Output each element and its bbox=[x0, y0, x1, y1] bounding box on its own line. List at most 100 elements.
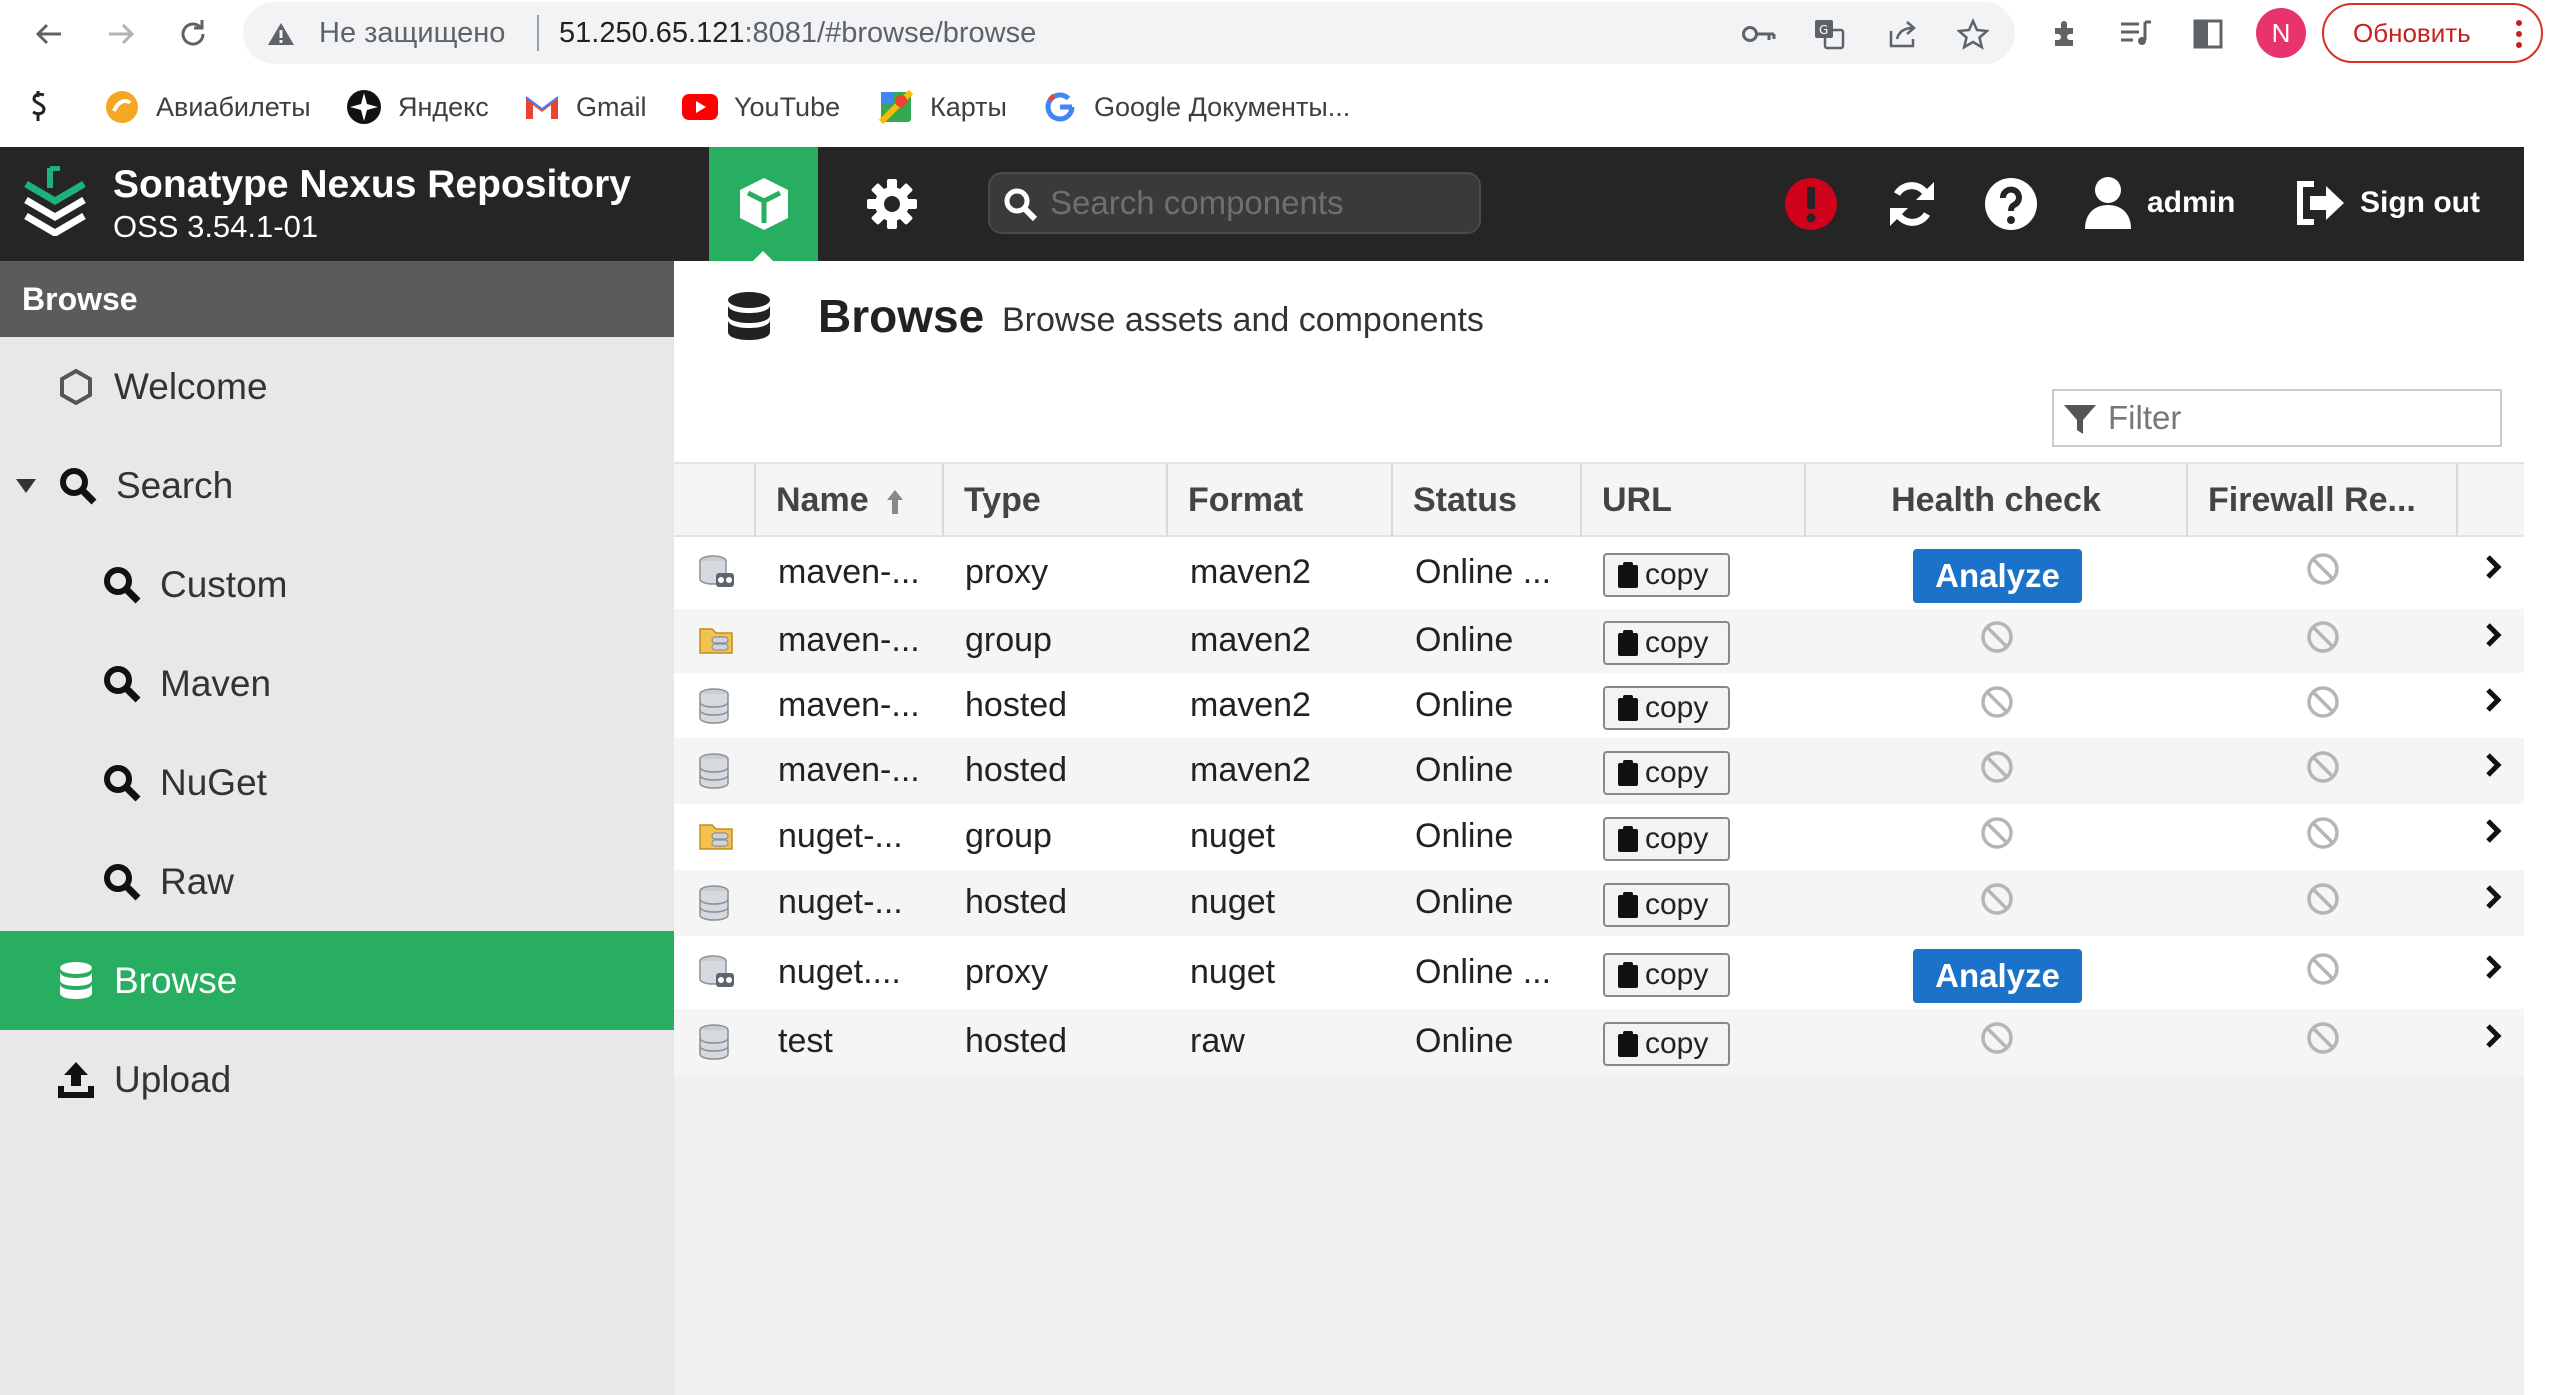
sidebar-item-upload[interactable]: Upload bbox=[0, 1030, 674, 1129]
reading-list-icon[interactable] bbox=[2114, 12, 2158, 56]
system-alert-button[interactable] bbox=[1782, 175, 1840, 233]
copy-label: copy bbox=[1645, 626, 1709, 659]
arrow-left-icon bbox=[35, 23, 61, 45]
forward-button[interactable] bbox=[99, 12, 143, 56]
sidebar-item-maven[interactable]: Maven bbox=[0, 634, 674, 733]
url-text[interactable]: 51.250.65.121:8081/#browse/browse bbox=[559, 17, 1036, 50]
hosted-repo-icon bbox=[698, 753, 730, 789]
update-button[interactable]: Обновить bbox=[2322, 3, 2543, 63]
chevron-right-icon[interactable] bbox=[2485, 687, 2503, 713]
share-icon[interactable] bbox=[1885, 16, 1921, 52]
warning-icon[interactable] bbox=[267, 21, 295, 47]
extensions-icon[interactable] bbox=[2043, 12, 2087, 56]
search-icon bbox=[102, 862, 142, 902]
column-header-status[interactable]: Status bbox=[1391, 464, 1580, 537]
table-row[interactable]: nuget-... group nuget Online copy bbox=[674, 804, 2524, 870]
filter-field[interactable] bbox=[2108, 391, 2488, 445]
admin-mode-button[interactable] bbox=[842, 147, 942, 261]
sidebar-item-raw[interactable]: Raw bbox=[0, 832, 674, 931]
table-row[interactable]: maven-... hosted maven2 Online copy bbox=[674, 738, 2524, 804]
copy-label: copy bbox=[1645, 822, 1709, 855]
copy-url-button[interactable]: copy bbox=[1603, 952, 1730, 997]
search-components-input[interactable] bbox=[988, 172, 1481, 234]
column-header-format[interactable]: Format bbox=[1166, 464, 1391, 537]
repo-status: Online bbox=[1415, 621, 1514, 659]
sidebar-item-welcome[interactable]: Welcome bbox=[0, 337, 674, 436]
copy-url-button[interactable]: copy bbox=[1603, 1022, 1730, 1066]
column-header-url[interactable]: URL bbox=[1580, 464, 1804, 537]
ban-icon bbox=[1980, 1021, 2014, 1055]
chevron-right-icon[interactable] bbox=[2485, 1023, 2503, 1049]
copy-url-button[interactable]: copy bbox=[1603, 817, 1730, 861]
table-row[interactable]: maven-... hosted maven2 Online copy bbox=[674, 673, 2524, 738]
bookmarks-bar: Авиабилеты Яндекс Gmail YouTube Карты Go… bbox=[0, 67, 2560, 147]
back-button[interactable] bbox=[27, 12, 71, 56]
table-row[interactable]: maven-... proxy maven2 Online ... copy Analyz… bbox=[674, 537, 2524, 609]
column-header-type[interactable]: Type bbox=[942, 464, 1166, 537]
table-row[interactable]: maven-... group maven2 Online copy bbox=[674, 609, 2524, 673]
repo-status: Online ... bbox=[1415, 952, 1552, 991]
sidebar-item-nuget[interactable]: NuGet bbox=[0, 733, 674, 832]
address-bar[interactable]: Не защищено 51.250.65.121:8081/#browse/b… bbox=[243, 2, 2015, 64]
bookmark-yandex[interactable]: Яндекс bbox=[344, 85, 489, 129]
caret-down-icon[interactable] bbox=[12, 466, 40, 506]
reload-button[interactable] bbox=[171, 12, 215, 56]
bookmark-gmail[interactable]: Gmail bbox=[522, 85, 647, 129]
browse-mode-button[interactable] bbox=[709, 147, 818, 261]
column-header-firewall[interactable]: Firewall Re... bbox=[2186, 464, 2456, 537]
chevron-right-icon[interactable] bbox=[2485, 622, 2503, 648]
table-row[interactable]: test hosted raw Online copy bbox=[674, 1009, 2524, 1075]
repo-type: proxy bbox=[965, 553, 1049, 591]
profile-avatar[interactable]: N bbox=[2256, 8, 2306, 58]
copy-label: copy bbox=[1645, 558, 1709, 591]
ban-icon bbox=[1980, 882, 2014, 916]
bookmark-star-icon[interactable] bbox=[1955, 16, 1991, 52]
sign-out-button[interactable]: Sign out bbox=[2294, 171, 2480, 235]
repo-type: hosted bbox=[965, 883, 1068, 921]
bookmark-google-docs[interactable]: Google Документы... bbox=[1040, 85, 1350, 129]
analyze-button[interactable]: Analyze bbox=[1913, 549, 2082, 603]
translate-icon[interactable]: G bbox=[1811, 16, 1847, 52]
bookmark-apps[interactable] bbox=[30, 85, 50, 129]
search-components-field[interactable] bbox=[1050, 174, 1470, 232]
copy-url-button[interactable]: copy bbox=[1603, 685, 1730, 730]
chevron-right-icon[interactable] bbox=[2485, 884, 2503, 910]
side-panel-icon[interactable] bbox=[2186, 12, 2230, 56]
chevron-right-icon[interactable] bbox=[2485, 752, 2503, 778]
ban-icon bbox=[2306, 882, 2340, 916]
bookmark-youtube[interactable]: YouTube bbox=[680, 85, 840, 129]
repo-status: Online bbox=[1415, 1022, 1514, 1060]
copy-url-button[interactable]: copy bbox=[1603, 553, 1730, 597]
bookmark-maps[interactable]: Карты bbox=[876, 85, 1007, 129]
sidebar-item-browse[interactable]: Browse bbox=[0, 931, 674, 1030]
database-icon bbox=[728, 292, 770, 340]
table-row[interactable]: nuget-... hosted nuget Online copy bbox=[674, 870, 2524, 936]
sidebar-item-search[interactable]: Search bbox=[0, 436, 674, 535]
ban-icon bbox=[1980, 685, 2014, 719]
update-label: Обновить bbox=[2353, 18, 2471, 48]
copy-url-button[interactable]: copy bbox=[1603, 621, 1730, 665]
column-header-name[interactable]: Name bbox=[754, 464, 942, 537]
bookmark-aviasales[interactable]: Авиабилеты bbox=[102, 85, 311, 129]
hosted-repo-icon bbox=[698, 885, 730, 921]
copy-url-button[interactable]: copy bbox=[1603, 883, 1730, 927]
chevron-right-icon[interactable] bbox=[2485, 818, 2503, 844]
help-button[interactable] bbox=[1982, 175, 2040, 233]
repo-format: maven2 bbox=[1190, 685, 1311, 724]
table-row[interactable]: nuget.... proxy nuget Online ... copy Analyze bbox=[674, 936, 2524, 1009]
repo-status: Online bbox=[1415, 883, 1514, 921]
key-icon[interactable] bbox=[1741, 16, 1777, 52]
sidebar-item-custom[interactable]: Custom bbox=[0, 535, 674, 634]
analyze-button[interactable]: Analyze bbox=[1913, 948, 2082, 1003]
chevron-right-icon[interactable] bbox=[2485, 554, 2503, 580]
column-header-health-check[interactable]: Health check bbox=[1804, 464, 2186, 537]
sidebar: Browse Welcome Search Custom Maven NuGet… bbox=[0, 261, 674, 1395]
nexus-logo-icon[interactable] bbox=[22, 166, 88, 236]
hosted-repo-icon bbox=[698, 687, 730, 724]
refresh-button[interactable] bbox=[1883, 175, 1941, 233]
security-status[interactable]: Не защищено bbox=[319, 17, 505, 50]
user-menu[interactable]: admin bbox=[2083, 171, 2235, 235]
copy-url-button[interactable]: copy bbox=[1603, 751, 1730, 795]
chevron-right-icon[interactable] bbox=[2485, 954, 2503, 980]
filter-input[interactable] bbox=[2052, 389, 2502, 447]
